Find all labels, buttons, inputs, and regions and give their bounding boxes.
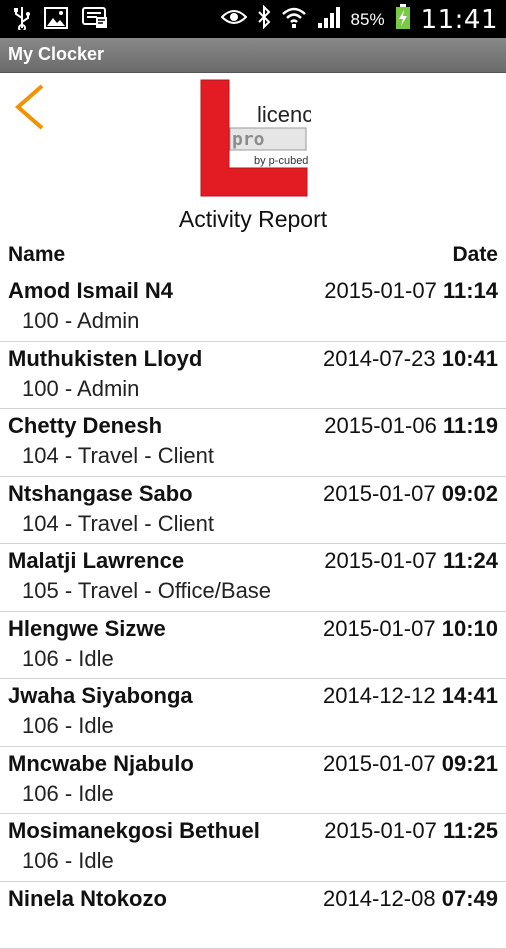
- activity-datetime: 2015-01-07 11:25: [324, 818, 498, 844]
- licence-pro-logo: licence pro by p-cubed: [199, 78, 311, 198]
- activity-status: 100 - Admin: [22, 308, 139, 334]
- activity-list[interactable]: Amod Ismail N4 2015-01-07 11:14 100 - Ad…: [0, 274, 506, 949]
- employee-name: Ntshangase Sabo: [8, 481, 193, 507]
- activity-time: 14:41: [442, 683, 498, 708]
- activity-time: 09:02: [442, 481, 498, 506]
- status-bar-system: 85% 11:41: [221, 4, 498, 35]
- list-item[interactable]: Ninela Ntokozo 2014-12-08 07:49: [0, 882, 506, 949]
- employee-name: Amod Ismail N4: [8, 278, 173, 304]
- column-header-name: Name: [8, 243, 65, 267]
- eye-icon: [221, 8, 247, 31]
- list-item[interactable]: Mncwabe Njabulo 2015-01-07 09:21 106 - I…: [0, 747, 506, 815]
- logo-line1: licence: [257, 102, 311, 127]
- activity-status: 100 - Admin: [22, 376, 139, 402]
- employee-name: Mosimanekgosi Bethuel: [8, 818, 260, 844]
- list-item[interactable]: Hlengwe Sizwe 2015-01-07 10:10 106 - Idl…: [0, 612, 506, 680]
- activity-time: 10:10: [442, 616, 498, 641]
- column-headers: Name Date: [8, 243, 498, 271]
- battery-charging-icon: [395, 4, 411, 35]
- list-item[interactable]: Chetty Denesh 2015-01-06 11:19 104 - Tra…: [0, 409, 506, 477]
- employee-name: Chetty Denesh: [8, 413, 162, 439]
- bluetooth-icon: [257, 5, 271, 34]
- activity-date: 2015-01-07: [323, 481, 436, 506]
- activity-datetime: 2014-12-12 14:41: [323, 683, 498, 709]
- activity-date: 2015-01-06: [324, 413, 437, 438]
- status-bar: 85% 11:41: [0, 0, 506, 38]
- image-icon: [44, 7, 68, 34]
- list-item[interactable]: Malatji Lawrence 2015-01-07 11:24 105 - …: [0, 544, 506, 612]
- column-header-date: Date: [452, 243, 498, 267]
- clock: 11:41: [421, 5, 498, 35]
- activity-date: 2014-12-08: [323, 886, 436, 911]
- activity-time: 11:14: [443, 278, 498, 303]
- report-title: Activity Report: [0, 206, 506, 233]
- activity-status: 106 - Idle: [22, 646, 114, 672]
- logo-graphic: licence pro by p-cubed: [199, 78, 311, 198]
- activity-time: 11:24: [443, 548, 498, 573]
- activity-time: 11:25: [443, 818, 498, 843]
- app-title: My Clocker: [8, 44, 104, 65]
- employee-name: Muthukisten Lloyd: [8, 346, 202, 372]
- employee-name: Ninela Ntokozo: [8, 886, 167, 912]
- activity-datetime: 2015-01-07 09:21: [323, 751, 498, 777]
- back-button[interactable]: [10, 82, 50, 132]
- activity-datetime: 2015-01-07 10:10: [323, 616, 498, 642]
- activity-datetime: 2014-12-08 07:49: [323, 886, 498, 912]
- activity-status: 104 - Travel - Client: [22, 443, 214, 469]
- employee-name: Jwaha Siyabonga: [8, 683, 193, 709]
- activity-datetime: 2015-01-06 11:19: [324, 413, 498, 439]
- activity-datetime: 2015-01-07 11:24: [324, 548, 498, 574]
- activity-date: 2015-01-07: [324, 278, 437, 303]
- activity-date: 2015-01-07: [324, 818, 437, 843]
- list-item[interactable]: Ntshangase Sabo 2015-01-07 09:02 104 - T…: [0, 477, 506, 545]
- list-item[interactable]: Amod Ismail N4 2015-01-07 11:14 100 - Ad…: [0, 274, 506, 342]
- activity-date: 2015-01-07: [324, 548, 437, 573]
- usb-icon: [14, 6, 30, 35]
- activity-date: 2015-01-07: [323, 616, 436, 641]
- wifi-icon: [281, 5, 307, 34]
- activity-status: 104 - Travel - Client: [22, 511, 214, 537]
- activity-time: 11:19: [443, 413, 498, 438]
- activity-date: 2015-01-07: [323, 751, 436, 776]
- activity-status: 106 - Idle: [22, 848, 114, 874]
- employee-name: Hlengwe Sizwe: [8, 616, 166, 642]
- activity-time: 09:21: [442, 751, 498, 776]
- sms-icon: [82, 7, 108, 34]
- activity-date: 2014-12-12: [323, 683, 436, 708]
- activity-status: 106 - Idle: [22, 713, 114, 739]
- list-item[interactable]: Muthukisten Lloyd 2014-07-23 10:41 100 -…: [0, 342, 506, 410]
- activity-time: 07:49: [442, 886, 498, 911]
- list-item[interactable]: Jwaha Siyabonga 2014-12-12 14:41 106 - I…: [0, 679, 506, 747]
- employee-name: Mncwabe Njabulo: [8, 751, 194, 777]
- signal-icon: [317, 5, 341, 34]
- list-item[interactable]: Mosimanekgosi Bethuel 2015-01-07 11:25 1…: [0, 814, 506, 882]
- activity-status: 106 - Idle: [22, 781, 114, 807]
- app-title-bar: My Clocker: [0, 38, 506, 73]
- battery-percent: 85%: [351, 10, 385, 30]
- status-bar-notifications: [14, 6, 108, 35]
- logo-line3: by p-cubed: [254, 155, 308, 167]
- activity-datetime: 2015-01-07 11:14: [324, 278, 498, 304]
- activity-time: 10:41: [442, 346, 498, 371]
- activity-datetime: 2015-01-07 09:02: [323, 481, 498, 507]
- logo-line2: pro: [232, 129, 265, 150]
- employee-name: Malatji Lawrence: [8, 548, 184, 574]
- activity-date: 2014-07-23: [323, 346, 436, 371]
- chevron-left-icon: [10, 82, 50, 132]
- activity-status: 105 - Travel - Office/Base: [22, 578, 271, 604]
- activity-datetime: 2014-07-23 10:41: [323, 346, 498, 372]
